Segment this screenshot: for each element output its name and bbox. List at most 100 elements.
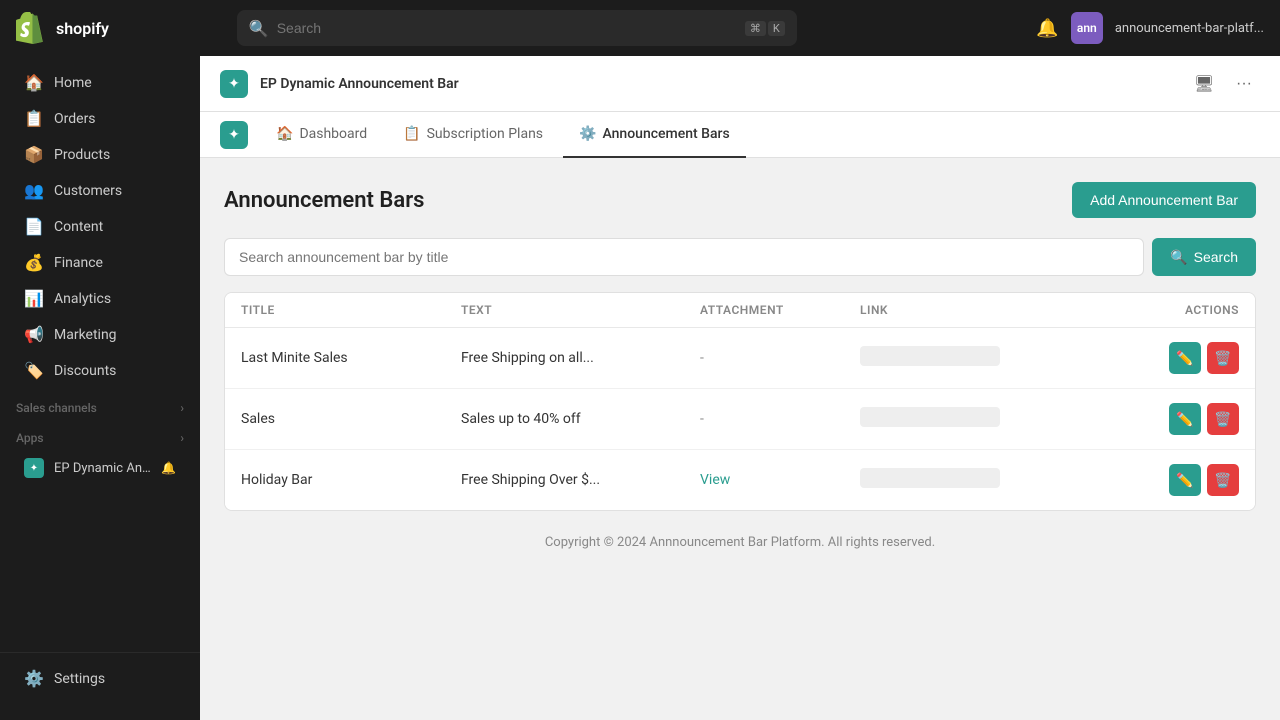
tab-label: Announcement Bars [602,126,729,142]
sales-channels-section: Sales channels › [0,389,200,419]
col-text: TEXT [461,303,700,317]
sidebar-item-label: Content [54,219,103,235]
content-area: ✦ EP Dynamic Announcement Bar 🖥 ··· ✦ 🏠 … [200,56,1280,720]
row-link [860,346,1099,370]
col-title: TITLE [241,303,461,317]
tab-dashboard[interactable]: 🏠 Dashboard [260,112,383,158]
row-attachment: - [700,350,860,366]
tab-label: Dashboard [299,126,367,142]
sidebar-item-marketing[interactable]: 📢 Marketing [8,317,192,352]
edit-button[interactable]: ✏️ [1169,342,1201,374]
row-actions: ✏️ 🗑️ [1099,464,1239,496]
shopify-logo[interactable]: shopify [16,12,109,44]
main-content: Announcement Bars Add Announcement Bar 🔍… [200,158,1280,720]
main-layout: 🏠 Home 📋 Orders 📦 Products 👥 Customers 📄… [0,56,1280,720]
col-attachment: ATTACHMENT [700,303,860,317]
search-input[interactable] [224,238,1144,276]
announcement-bars-tab-icon: ⚙️ [579,126,596,142]
orders-icon: 📋 [24,109,44,128]
row-link [860,407,1099,431]
sidebar-item-discounts[interactable]: 🏷️ Discounts [8,353,192,388]
blurred-link [860,346,1000,366]
search-row: 🔍 Search [224,238,1256,276]
app-header-icon: ✦ [220,70,248,98]
sidebar-item-analytics[interactable]: 📊 Analytics [8,281,192,316]
row-title: Last Minite Sales [241,350,461,366]
copyright: Copyright © 2024 Annnouncement Bar Platf… [224,535,1256,566]
row-text: Sales up to 40% off [461,411,700,427]
settings-icon: ⚙️ [24,669,44,688]
content-icon: 📄 [24,217,44,236]
sidebar-settings: ⚙️ Settings [0,652,200,704]
app-header: ✦ EP Dynamic Announcement Bar 🖥 ··· [200,56,1280,112]
sidebar-item-label: Home [54,75,92,91]
finance-icon: 💰 [24,253,44,272]
search-btn-icon: 🔍 [1170,249,1187,266]
tab-subscription[interactable]: 📋 Subscription Plans [387,112,559,158]
sidebar-item-ep-dynamic[interactable]: ✦ EP Dynamic Announ... 🔔 [8,450,192,486]
sidebar-nav: 🏠 Home 📋 Orders 📦 Products 👥 Customers 📄… [0,56,200,652]
products-icon: 📦 [24,145,44,164]
notifications-icon[interactable]: 🔔 [1036,18,1058,39]
table-header: TITLE TEXT ATTACHMENT LINK ACTIONS [225,293,1255,328]
sidebar-item-label: Analytics [54,291,111,307]
keyboard-shortcut: ⌘ K [745,21,785,36]
delete-button[interactable]: 🗑️ [1207,342,1239,374]
row-title: Sales [241,411,461,427]
notification-icon: 🔔 [161,461,176,475]
col-actions: ACTIONS [1099,303,1239,317]
store-name: announcement-bar-platf... [1115,21,1264,36]
topbar-right: 🔔 ann announcement-bar-platf... [1036,12,1264,44]
sidebar-item-home[interactable]: 🏠 Home [8,65,192,100]
tab-label: Subscription Plans [427,126,543,142]
monitor-icon-button[interactable]: 🖥 [1188,68,1220,100]
apps-section: Apps › [0,419,200,449]
row-text: Free Shipping Over $... [461,472,700,488]
row-title: Holiday Bar [241,472,461,488]
col-link: LINK [860,303,1099,317]
page-header: Announcement Bars Add Announcement Bar [224,182,1256,218]
avatar[interactable]: ann [1071,12,1103,44]
more-options-button[interactable]: ··· [1228,68,1260,100]
dashboard-tab-icon: 🏠 [276,126,293,142]
customers-icon: 👥 [24,181,44,200]
search-button[interactable]: 🔍 Search [1152,238,1256,276]
sidebar-item-label: Finance [54,255,103,271]
chevron-right-icon: › [180,401,184,415]
marketing-icon: 📢 [24,325,44,344]
global-search-input[interactable] [277,20,737,36]
actions-cell: ✏️ 🗑️ [1099,464,1239,496]
announcement-bars-table: TITLE TEXT ATTACHMENT LINK ACTIONS Last … [224,292,1256,511]
row-actions: ✏️ 🗑️ [1099,342,1239,374]
table-row: Sales Sales up to 40% off - ✏️ 🗑️ [225,389,1255,450]
sidebar-item-content[interactable]: 📄 Content [8,209,192,244]
view-link[interactable]: View [700,472,730,488]
sidebar-item-settings[interactable]: ⚙️ Settings [8,661,192,696]
topbar: shopify 🔍 ⌘ K 🔔 ann announcement-bar-pla… [0,0,1280,56]
app-nav: ✦ 🏠 Dashboard 📋 Subscription Plans ⚙️ An… [200,112,1280,158]
table-row: Holiday Bar Free Shipping Over $... View… [225,450,1255,510]
sidebar-item-customers[interactable]: 👥 Customers [8,173,192,208]
sidebar: 🏠 Home 📋 Orders 📦 Products 👥 Customers 📄… [0,56,200,720]
sidebar-item-label: Marketing [54,327,117,343]
tab-announcement-bars[interactable]: ⚙️ Announcement Bars [563,112,746,158]
edit-button[interactable]: ✏️ [1169,464,1201,496]
delete-button[interactable]: 🗑️ [1207,464,1239,496]
sidebar-item-label: Orders [54,111,96,127]
add-announcement-bar-button[interactable]: Add Announcement Bar [1072,182,1256,218]
blurred-link [860,468,1000,488]
edit-button[interactable]: ✏️ [1169,403,1201,435]
sidebar-item-orders[interactable]: 📋 Orders [8,101,192,136]
search-button-label: Search [1194,249,1238,265]
sidebar-item-finance[interactable]: 💰 Finance [8,245,192,280]
home-icon: 🏠 [24,73,44,92]
global-search-bar[interactable]: 🔍 ⌘ K [237,10,797,46]
row-attachment: - [700,411,860,427]
delete-button[interactable]: 🗑️ [1207,403,1239,435]
shopify-logo-icon [16,12,48,44]
ep-dynamic-app-icon: ✦ [24,458,44,478]
row-actions: ✏️ 🗑️ [1099,403,1239,435]
app-nav-logo: ✦ [220,121,248,149]
app-header-actions: 🖥 ··· [1188,68,1260,100]
sidebar-item-products[interactable]: 📦 Products [8,137,192,172]
